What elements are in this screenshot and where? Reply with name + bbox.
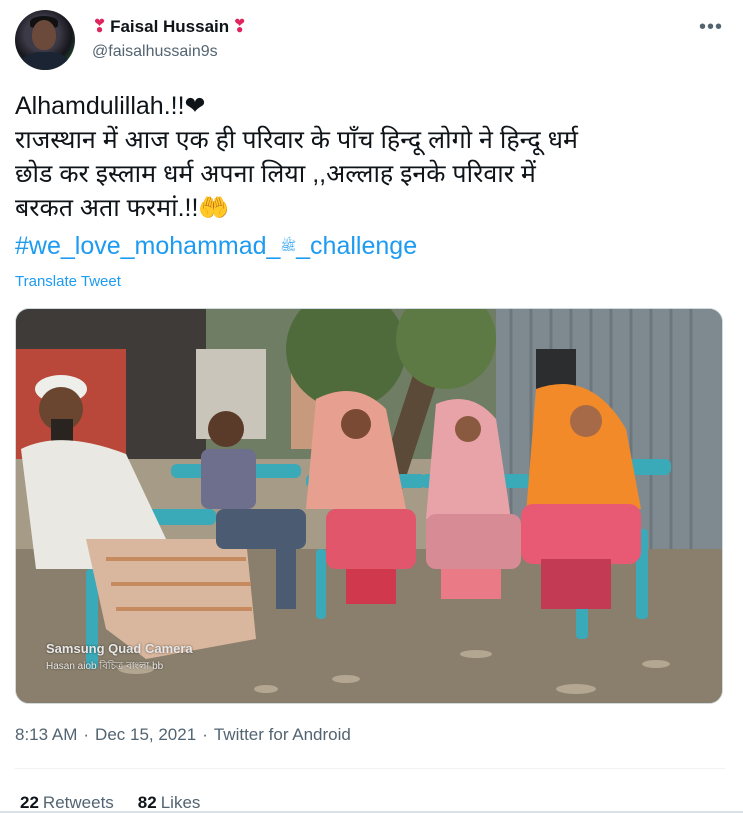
hashtag-link[interactable]: #we_love_mohammad_ﷺ_challenge <box>15 232 417 261</box>
user-handle[interactable]: @faisalhussain9s <box>92 43 218 61</box>
camera-watermark-sub: Hasan aiob বিচিত্র বাংলা bb <box>46 661 164 672</box>
avatar[interactable] <box>15 10 75 70</box>
tweet-text-line: बरकत अता फरमां.!!🤲 <box>15 194 230 222</box>
tweet-meta: 8:13 AM · Dec 15, 2021 · Twitter for And… <box>15 725 351 745</box>
tweet-text-line: छोड कर इस्लाम धर्म अपना लिया ,,अल्लाह इन… <box>15 160 536 188</box>
tweet-text-line: राजस्थान में आज एक ही परिवार के पाँच हिन… <box>15 126 578 154</box>
avatar-face <box>32 20 56 50</box>
likes-stat[interactable]: 82 Likes <box>138 793 201 813</box>
divider <box>15 768 725 769</box>
translate-tweet-link[interactable]: Translate Tweet <box>15 273 121 290</box>
tweet-text: Alhamdulillah.!!❤ राजस्थान में आज एक ही … <box>15 89 725 225</box>
heart-exclamation-icon: ❣ <box>92 16 108 36</box>
display-name-row[interactable]: ❣ Faisal Hussain ❣ <box>92 16 247 37</box>
hashtag-text-start: #we_love_mohammad_ <box>15 232 281 260</box>
hashtag-symbol: ﷺ <box>280 237 297 253</box>
tweet-text-line: Alhamdulillah.!!❤ <box>15 92 206 120</box>
tweet-date[interactable]: Dec 15, 2021 <box>95 725 196 745</box>
retweets-count: 22 <box>20 793 39 812</box>
more-options-button[interactable]: ••• <box>698 14 724 40</box>
likes-label: Likes <box>160 793 201 812</box>
meta-separator: · <box>202 725 208 744</box>
tweet-time[interactable]: 8:13 AM <box>15 725 77 745</box>
avatar-shirt <box>21 52 69 70</box>
tweet-stats: 22 Retweets 82 Likes <box>20 793 200 813</box>
tweet-source[interactable]: Twitter for Android <box>214 725 351 745</box>
display-name[interactable]: Faisal Hussain <box>110 17 229 37</box>
retweets-label: Retweets <box>42 793 114 812</box>
tweet-photo[interactable]: Samsung Quad Camera Hasan aiob বিচিত্র ব… <box>15 308 723 704</box>
hashtag-text-end: _challenge <box>296 232 418 260</box>
likes-count: 82 <box>137 793 157 812</box>
heart-exclamation-icon: ❣ <box>232 16 248 36</box>
meta-separator: · <box>83 725 90 744</box>
camera-watermark: Samsung Quad Camera <box>46 641 193 656</box>
retweets-stat[interactable]: 22 Retweets <box>20 793 114 813</box>
